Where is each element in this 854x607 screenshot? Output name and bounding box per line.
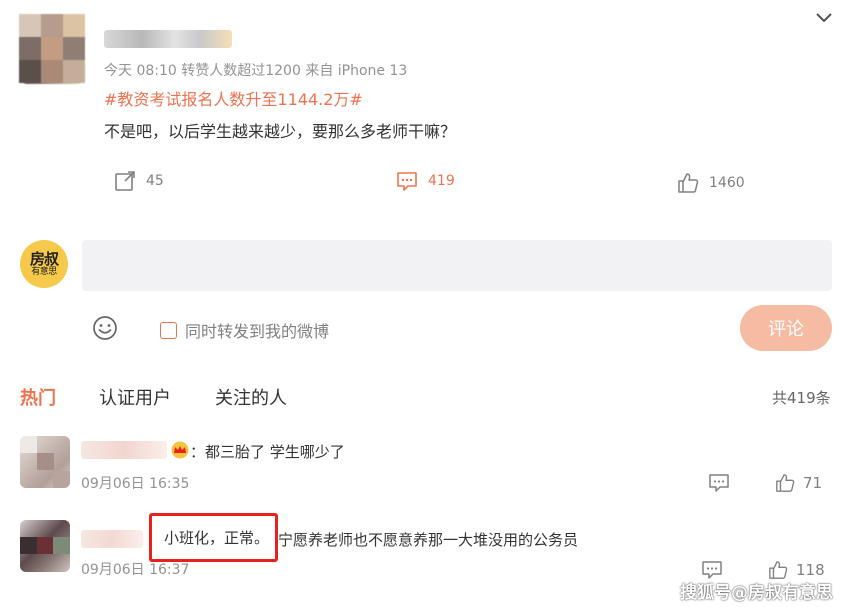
current-user-avatar[interactable]: 房叔 有意思 [20,240,68,288]
comment-reply-button[interactable] [708,473,730,493]
comment-like-button[interactable]: 71 [775,473,822,493]
comment-like-count: 71 [803,474,823,492]
comment-total: 共419条 [772,389,831,407]
highlighted-comment-text: 小班化，正常。 [164,529,270,547]
comment-avatar[interactable] [20,436,70,488]
watermark: 搜狐号@房叔有意思 [680,583,833,603]
comment-time: 09月06日 16:37 [81,562,190,578]
emoji-icon[interactable] [92,315,118,341]
comment-count: 419 [428,173,455,189]
repost-button[interactable]: 45 [114,170,164,192]
comment-icon [709,474,729,492]
avatar-logo-text: 房叔 [29,250,59,268]
post-text: 不是吧，以后学生越来越少，要那么多老师干嘛？ [104,122,457,141]
like-icon [678,173,699,193]
highlight-box: 小班化，正常。 [149,513,278,562]
post-author-name-blurred[interactable] [104,30,232,48]
comment-reply-button[interactable] [701,560,723,580]
chevron-down-icon[interactable] [814,10,834,26]
vip-crown-icon [171,441,189,459]
comment-button[interactable]: 419 [396,170,455,192]
comment-text: 宁愿养老师也不愿意养那一大堆没用的公务员 [278,531,579,549]
comment-like-button[interactable]: 118 [768,560,825,580]
tab-hot[interactable]: 热门 [20,384,56,410]
comment-like-count: 118 [796,561,825,579]
comment-icon [702,561,722,579]
avatar-logo-subtext: 有意思 [31,267,57,277]
comment-author-name-blurred[interactable] [81,530,143,548]
comment-time: 09月06日 16:35 [81,476,190,492]
tab-following[interactable]: 关注的人 [215,384,287,410]
like-count: 1460 [709,175,745,191]
comment-avatar[interactable] [20,520,70,572]
comment-input[interactable] [82,240,832,291]
post-meta: 今天 08:10 转赞人数超过1200 来自 iPhone 13 [104,63,408,79]
repost-checkbox-label: 同时转发到我的微博 [185,322,330,341]
like-icon [769,561,788,579]
submit-comment-button[interactable]: 评论 [740,305,832,351]
checkbox-box[interactable] [160,321,177,339]
comment-icon [397,172,417,191]
share-icon [115,171,135,191]
tab-verified-users[interactable]: 认证用户 [99,384,171,410]
post-author-avatar[interactable] [19,14,85,84]
comment-author-name-blurred[interactable] [81,441,167,459]
post-hashtag-link[interactable]: #教资考试报名人数升至1144.2万# [104,86,363,110]
repost-to-my-weibo-checkbox[interactable]: 同时转发到我的微博 [160,318,329,342]
repost-count: 45 [146,173,164,189]
comment-text: ：都三胎了 学生哪少了 [190,443,345,461]
like-button[interactable]: 1460 [677,172,745,194]
like-icon [776,474,795,492]
